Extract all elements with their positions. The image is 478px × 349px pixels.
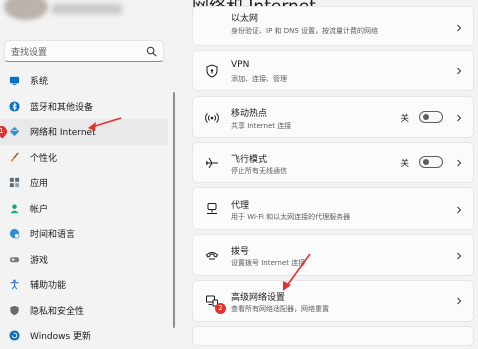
card-hotspot-subtitle: 共享 Internet 连接 (231, 122, 292, 130)
chevron-right-icon (457, 297, 462, 305)
nav-label-system: 系统 (30, 77, 49, 88)
nav-label-windows-update: Windows 更新 (30, 332, 92, 343)
card-hotspot[interactable]: 移动热点 共享 Internet 连接 关 (192, 96, 474, 138)
step-2-badge: 2 (215, 303, 226, 314)
navigation-pane: 查找设置 系统 蓝牙和其他设备 1 网络和 Internet 个性化 应用 帐户… (0, 0, 178, 342)
chevron-right-icon (457, 159, 462, 167)
card-advanced-network[interactable]: 2 高级网络设置 查看所有网络适配器，网络重置 (192, 280, 474, 322)
gamepad-icon (9, 256, 20, 262)
person-icon (10, 204, 19, 213)
nav-label-time-language: 时间和语言 (30, 230, 76, 241)
nav-item-time-language[interactable]: 时间和语言 (0, 221, 170, 247)
main-content: 网络和 Internet 以太网 身份验证、IP 和 DNS 设置，按流量计费的… (192, 0, 478, 346)
nav-label-personalization: 个性化 (30, 153, 58, 164)
card-vpn[interactable]: VPN 添加、连接、管理 (192, 50, 474, 91)
nav-item-accounts[interactable]: 帐户 (0, 196, 170, 222)
dialup-phone-icon (205, 252, 219, 260)
card-airplane-title: 飞行模式 (231, 155, 268, 165)
bluetooth-icon (9, 101, 20, 112)
card-dialup-title: 拨号 (231, 247, 250, 257)
nav-label-network: 网络和 Internet (30, 128, 96, 139)
nav-item-network[interactable]: 1 网络和 Internet (0, 119, 168, 145)
card-advanced-network-title: 高级网络设置 (231, 293, 286, 303)
card-vpn-subtitle: 添加、连接、管理 (231, 75, 287, 83)
hotspot-toggle-state: 关 (400, 114, 409, 124)
vpn-shield-icon (206, 64, 218, 78)
search-placeholder: 查找设置 (11, 48, 48, 58)
wifi-diamond-icon (9, 127, 20, 137)
nav-item-apps[interactable]: 应用 (0, 170, 170, 196)
card-ethernet-title: 以太网 (231, 14, 259, 24)
card-proxy-subtitle: 用于 Wi-Fi 和以太网连接的代理服务器 (231, 213, 351, 221)
airplane-toggle-state: 关 (400, 159, 409, 169)
proxy-icon (207, 203, 217, 214)
card-ethernet-subtitle: 身份验证、IP 和 DNS 设置，按流量计费的网络 (231, 27, 379, 35)
step-1-badge: 1 (0, 126, 7, 137)
apps-icon (9, 178, 20, 188)
search-icon[interactable] (146, 46, 157, 57)
user-avatar[interactable] (4, 0, 48, 20)
nav-label-privacy: 隐私和安全性 (30, 306, 85, 317)
toggle-knob (423, 114, 429, 120)
nav-item-gaming[interactable]: 游戏 (0, 247, 170, 273)
toggle-knob (423, 159, 429, 165)
chevron-right-icon (457, 114, 462, 122)
nav-label-accounts: 帐户 (30, 204, 49, 215)
card-next-partial[interactable] (192, 326, 474, 346)
hotspot-toggle[interactable] (419, 111, 443, 123)
nav-item-accessibility[interactable]: 辅助功能 (0, 272, 170, 298)
search-input[interactable]: 查找设置 (4, 40, 164, 62)
card-ethernet[interactable]: 以太网 身份验证、IP 和 DNS 设置，按流量计费的网络 (192, 6, 474, 46)
card-vpn-title: VPN (231, 60, 250, 70)
monitor-icon (9, 77, 20, 86)
card-advanced-network-subtitle: 查看所有网络适配器，网络重置 (231, 305, 329, 313)
chevron-right-icon (457, 67, 462, 75)
nav-item-system[interactable]: 系统 (0, 68, 170, 94)
user-name-blurred (52, 4, 122, 14)
nav-label-gaming: 游戏 (30, 255, 49, 266)
chevron-right-icon (457, 252, 462, 260)
brush-icon (10, 152, 19, 162)
settings-nav-list: 系统 蓝牙和其他设备 1 网络和 Internet 个性化 应用 帐户 时间和语… (0, 68, 170, 349)
card-airplane-subtitle: 停止所有无线通信 (231, 167, 287, 175)
nav-item-privacy[interactable]: 隐私和安全性 (0, 298, 170, 324)
nav-label-accessibility: 辅助功能 (30, 281, 67, 292)
card-proxy-title: 代理 (231, 201, 250, 211)
shield-icon (10, 305, 19, 315)
card-dialup[interactable]: 拨号 设置拨号 Internet 连接 (192, 234, 474, 276)
card-hotspot-title: 移动热点 (231, 109, 268, 119)
update-icon (9, 330, 20, 341)
nav-item-personalization[interactable]: 个性化 (0, 145, 170, 171)
nav-label-apps: 应用 (30, 179, 49, 190)
globe-clock-icon (9, 229, 20, 239)
airplane-toggle[interactable] (419, 156, 443, 168)
chevron-right-icon (457, 206, 462, 214)
card-dialup-subtitle: 设置拨号 Internet 连接 (231, 259, 306, 267)
nav-item-bluetooth[interactable]: 蓝牙和其他设备 (0, 94, 170, 120)
chevron-right-icon (457, 24, 462, 32)
nav-label-bluetooth: 蓝牙和其他设备 (30, 102, 94, 113)
nav-item-windows-update[interactable]: Windows 更新 (0, 323, 170, 349)
hotspot-icon (205, 113, 219, 123)
airplane-icon (206, 157, 218, 169)
card-airplane[interactable]: 飞行模式 停止所有无线通信 关 (192, 142, 474, 183)
nav-scrollbar[interactable] (173, 92, 175, 328)
card-proxy[interactable]: 代理 用于 Wi-Fi 和以太网连接的代理服务器 (192, 187, 474, 230)
accessibility-icon (10, 279, 19, 290)
